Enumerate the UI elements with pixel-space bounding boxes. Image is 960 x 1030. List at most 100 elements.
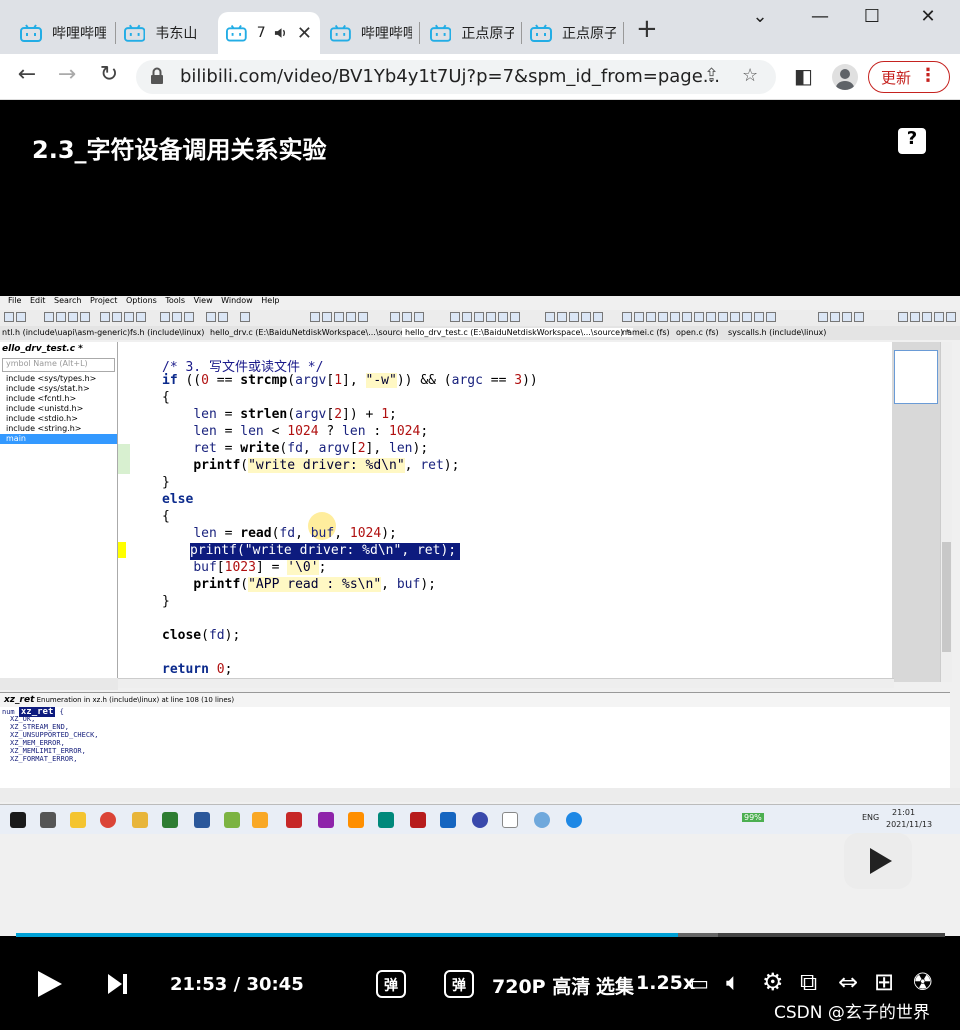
danmaku-settings-icon[interactable]: 弹 bbox=[444, 970, 474, 998]
symbol-item-selected: main bbox=[0, 434, 117, 444]
menu-dots-icon[interactable]: ⋮ bbox=[919, 65, 937, 86]
symbol-item: include <sys/types.h> bbox=[6, 374, 97, 383]
settings-gear-icon[interactable]: ⚙︎ bbox=[762, 968, 784, 996]
danmaku-toggle-icon[interactable]: 弹 bbox=[376, 970, 406, 998]
tray-date: 2021/11/13 bbox=[886, 820, 933, 829]
context-line: XZ_MEMLIMIT_ERROR, bbox=[10, 747, 86, 755]
symbol-item: include <string.h> bbox=[6, 424, 82, 433]
episodes-button[interactable]: 选集 bbox=[596, 972, 634, 999]
filezilla-icon bbox=[286, 812, 302, 828]
tab-label: 正点原子 bbox=[562, 26, 616, 42]
quality-button[interactable]: 720P 高清 bbox=[492, 972, 590, 999]
menu-item: View bbox=[193, 296, 213, 305]
code-line: /* 3. 写文件或读文件 */ bbox=[162, 360, 324, 375]
code-line: } bbox=[162, 594, 170, 609]
play-button[interactable] bbox=[38, 971, 64, 997]
share-icon[interactable]: ⇪ bbox=[704, 65, 719, 86]
symbol-pane: ello_drv_test.c * ymbol Name (Alt+L) inc… bbox=[0, 342, 118, 682]
context-line: XZ_MEM_ERROR, bbox=[10, 739, 65, 747]
code-line: printf("write driver: %d\n", ret); bbox=[193, 458, 460, 473]
app-icon bbox=[378, 812, 394, 828]
lock-icon[interactable] bbox=[150, 67, 164, 85]
video-player[interactable]: 2.3_字符设备调用关系实验 ? File Edit Search Projec… bbox=[0, 100, 960, 1030]
update-label: 更新 bbox=[881, 69, 912, 87]
center-play-button[interactable] bbox=[844, 833, 912, 889]
browser-tab[interactable]: 韦东山 bbox=[116, 12, 216, 54]
context-description: Enumeration in xz.h (include\linux) at l… bbox=[36, 696, 235, 704]
volume-icon[interactable]: 🔈︎ bbox=[726, 968, 740, 996]
widescreen-icon[interactable]: ⇔ bbox=[838, 968, 858, 996]
code-line-highlighted: printf("write driver: %d\n", ret); bbox=[190, 543, 461, 560]
app-icon bbox=[472, 812, 488, 828]
browser-tab[interactable]: 正点原子 bbox=[522, 12, 624, 54]
app-icon bbox=[318, 812, 334, 828]
tab-label: 7 bbox=[256, 25, 266, 41]
tab-label: 哔哩哔哩 bbox=[360, 26, 412, 42]
bilibili-icon bbox=[430, 24, 452, 42]
app-icon bbox=[348, 812, 364, 828]
close-tab-icon[interactable]: ✕ bbox=[297, 23, 312, 44]
omnibox[interactable]: bilibili.com/video/BV1Yb4y1t7Uj?p=7&spm_… bbox=[136, 60, 776, 94]
menu-item: File bbox=[8, 296, 22, 305]
maximize-button[interactable]: ☐ bbox=[852, 6, 892, 27]
chrome-icon bbox=[100, 812, 116, 828]
bookmark-star-icon[interactable]: ☆ bbox=[742, 65, 758, 86]
code-line: printf("APP read : %s\n", buf); bbox=[193, 577, 436, 592]
new-tab-button[interactable]: + bbox=[636, 14, 658, 44]
close-window-button[interactable]: ✕ bbox=[908, 6, 948, 27]
browser-tab[interactable]: 正点原子 bbox=[422, 12, 522, 54]
web-fullscreen-icon[interactable]: ⊞ bbox=[874, 968, 894, 996]
next-episode-button[interactable] bbox=[108, 974, 128, 994]
editor-scrollbar bbox=[940, 342, 952, 682]
browser-tab[interactable]: 哔哩哔哩 bbox=[322, 12, 420, 54]
symbol-item: include <unistd.h> bbox=[6, 404, 84, 413]
side-panel-icon[interactable]: ◧ bbox=[794, 64, 813, 88]
app-icon bbox=[252, 812, 268, 828]
symbol-item: include <stdio.h> bbox=[6, 414, 78, 423]
update-button[interactable]: 更新 ⋮ bbox=[868, 61, 950, 93]
symbol-search-input: ymbol Name (Alt+L) bbox=[2, 358, 115, 372]
browser-tab[interactable]: 哔哩哔哩 bbox=[12, 12, 116, 54]
typora-icon bbox=[502, 812, 518, 828]
tab-search-icon[interactable]: ⌄ bbox=[740, 6, 780, 27]
subtitle-icon[interactable]: ▭ bbox=[690, 971, 709, 995]
time-separator: / bbox=[233, 974, 241, 995]
file-tab: fs.h (include\linux) bbox=[130, 328, 205, 337]
file-tab: hello_drv.c (E:\BaiduNetdiskWorkspace\..… bbox=[210, 328, 409, 337]
context-line: XZ_FORMAT_ERROR, bbox=[10, 755, 78, 763]
speaker-icon[interactable] bbox=[274, 26, 289, 40]
back-button[interactable]: ← bbox=[12, 62, 42, 87]
bilibili-icon bbox=[330, 24, 351, 42]
address-toolbar: ← → ↻ bilibili.com/video/BV1Yb4y1t7Uj?p=… bbox=[0, 54, 960, 100]
menu-item: Project bbox=[90, 296, 118, 305]
browser-tab-bar: 哔哩哔哩 韦东山 7 ✕ 哔哩哔哩 正点原子 正点原子 + ⌄ — ☐ ✕ bbox=[0, 0, 960, 54]
total-time: 30:45 bbox=[246, 974, 304, 995]
app-icon bbox=[162, 812, 178, 828]
context-pane: xz_ret Enumeration in xz.h (include\linu… bbox=[0, 692, 950, 788]
bilibili-icon bbox=[530, 24, 552, 42]
minimize-button[interactable]: — bbox=[800, 6, 840, 27]
reload-button[interactable]: ↻ bbox=[94, 62, 124, 87]
app-icon bbox=[534, 812, 550, 828]
code-line: else bbox=[162, 492, 194, 507]
app-icon bbox=[566, 812, 582, 828]
forward-button[interactable]: → bbox=[52, 62, 82, 87]
speed-button[interactable]: 1.25x bbox=[636, 972, 695, 994]
tab-label: 正点原子 bbox=[461, 26, 514, 42]
file-tab-active: hello_drv_test.c (E:\BaiduNetdiskWorkspa… bbox=[402, 328, 633, 337]
editor-hscrollbar bbox=[118, 678, 894, 688]
profile-avatar[interactable] bbox=[832, 64, 858, 90]
file-tab: ntl.h (include\uapi\asm-generic) bbox=[2, 328, 131, 337]
menu-item: Search bbox=[53, 296, 82, 305]
url-text[interactable]: bilibili.com/video/BV1Yb4y1t7Uj?p=7&spm_… bbox=[180, 66, 720, 87]
fullscreen-icon[interactable]: ☢︎ bbox=[912, 968, 934, 996]
code-line: len = len < 1024 ? len : 1024; bbox=[193, 424, 429, 439]
progress-bar[interactable] bbox=[16, 933, 945, 937]
symbol-item: include <fcntl.h> bbox=[6, 394, 77, 403]
code-line: if ((0 == strcmp(argv[1], "-w")) && (arg… bbox=[162, 373, 538, 388]
tab-label: 韦东山 bbox=[155, 26, 198, 42]
picture-in-picture-icon[interactable]: ⧉ bbox=[800, 968, 817, 996]
file-tab: namei.c (fs) bbox=[622, 328, 670, 337]
browser-tab-active[interactable]: 7 ✕ bbox=[218, 12, 320, 54]
help-icon[interactable]: ? bbox=[898, 128, 926, 154]
